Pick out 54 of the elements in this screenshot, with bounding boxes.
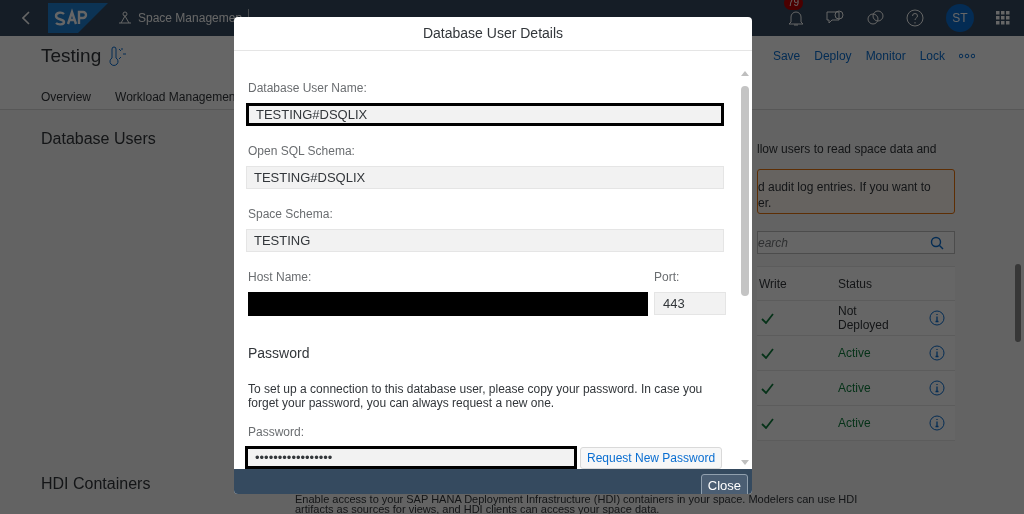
thermometer-icon	[107, 46, 128, 66]
feedback-icon[interactable]	[826, 10, 844, 26]
field-label: Host Name:	[248, 269, 313, 286]
person-network-icon	[118, 11, 132, 25]
toolbar-action[interactable]: Deploy	[814, 47, 852, 65]
scrollbar-thumb[interactable]	[1015, 264, 1021, 342]
section-description: Enable access to your SAP HANA Deployment Infrastructure (HDI) containers in your space. Modelers can use HDI	[295, 494, 858, 504]
field-label: Password:	[248, 424, 306, 441]
section-description: llow users to read space data and	[757, 141, 938, 158]
toolbar-action[interactable]: Lock	[919, 47, 945, 65]
scroll-up-icon[interactable]	[741, 71, 749, 76]
page-tab[interactable]: Workload Managemen	[115, 88, 236, 106]
bell-icon[interactable]	[788, 9, 804, 27]
input-field[interactable]: TESTING	[246, 229, 724, 252]
toolbar-action[interactable]: Save	[772, 47, 801, 65]
status-text: Active	[838, 416, 872, 430]
input-field[interactable]: 443	[654, 292, 726, 315]
column-header: Status	[838, 275, 873, 293]
field-label: Space Schema:	[248, 206, 334, 223]
section-heading: Password	[248, 344, 311, 363]
page-tab[interactable]: Overview	[41, 88, 91, 106]
breadcrumb-link[interactable]: Space Managemen	[138, 9, 243, 27]
section-title: HDI Containers	[41, 474, 152, 494]
toolbar-action[interactable]: Monitor	[865, 47, 906, 65]
search-icon[interactable]	[930, 235, 944, 250]
section-title: Database Users	[41, 129, 157, 149]
page-title: Testing	[41, 43, 102, 68]
back-icon[interactable]	[22, 11, 30, 25]
input-field[interactable]: TESTING#DSQLIX	[246, 103, 724, 126]
more-icon[interactable]	[959, 53, 975, 59]
close-button[interactable]: Close	[700, 474, 748, 494]
scroll-down-icon[interactable]	[741, 460, 749, 465]
input-field[interactable]: •••••••••••••••••	[245, 446, 577, 469]
warning-message: d audit log entries. If you want to er.	[757, 169, 955, 214]
input-field[interactable]: TESTING#DSQLIX	[246, 166, 724, 189]
info-icon[interactable]	[929, 345, 945, 361]
logo-icon[interactable]	[48, 3, 108, 33]
info-icon[interactable]	[929, 380, 945, 396]
search-field[interactable]: earch	[757, 231, 955, 254]
status-text: Active	[838, 346, 872, 360]
user-avatar[interactable]: ST	[946, 4, 974, 32]
request-password-button[interactable]: Request New Password	[580, 446, 723, 469]
info-icon[interactable]	[929, 310, 945, 326]
help-icon[interactable]	[906, 9, 924, 27]
grid-menu-icon[interactable]	[996, 11, 1010, 25]
column-header: Write	[758, 275, 788, 293]
scrollbar-thumb[interactable]	[741, 86, 749, 296]
status-text: Active	[838, 381, 872, 395]
help-text: To set up a connection to this database user, please copy your password. In case you forget your password, you can always request a new one.	[248, 382, 704, 410]
status-text: Not Deployed	[838, 304, 890, 332]
field-label: Open SQL Schema:	[248, 143, 356, 160]
field-label: Port:	[654, 269, 681, 286]
field-label: Database User Name:	[248, 80, 368, 97]
info-icon[interactable]	[929, 415, 945, 431]
